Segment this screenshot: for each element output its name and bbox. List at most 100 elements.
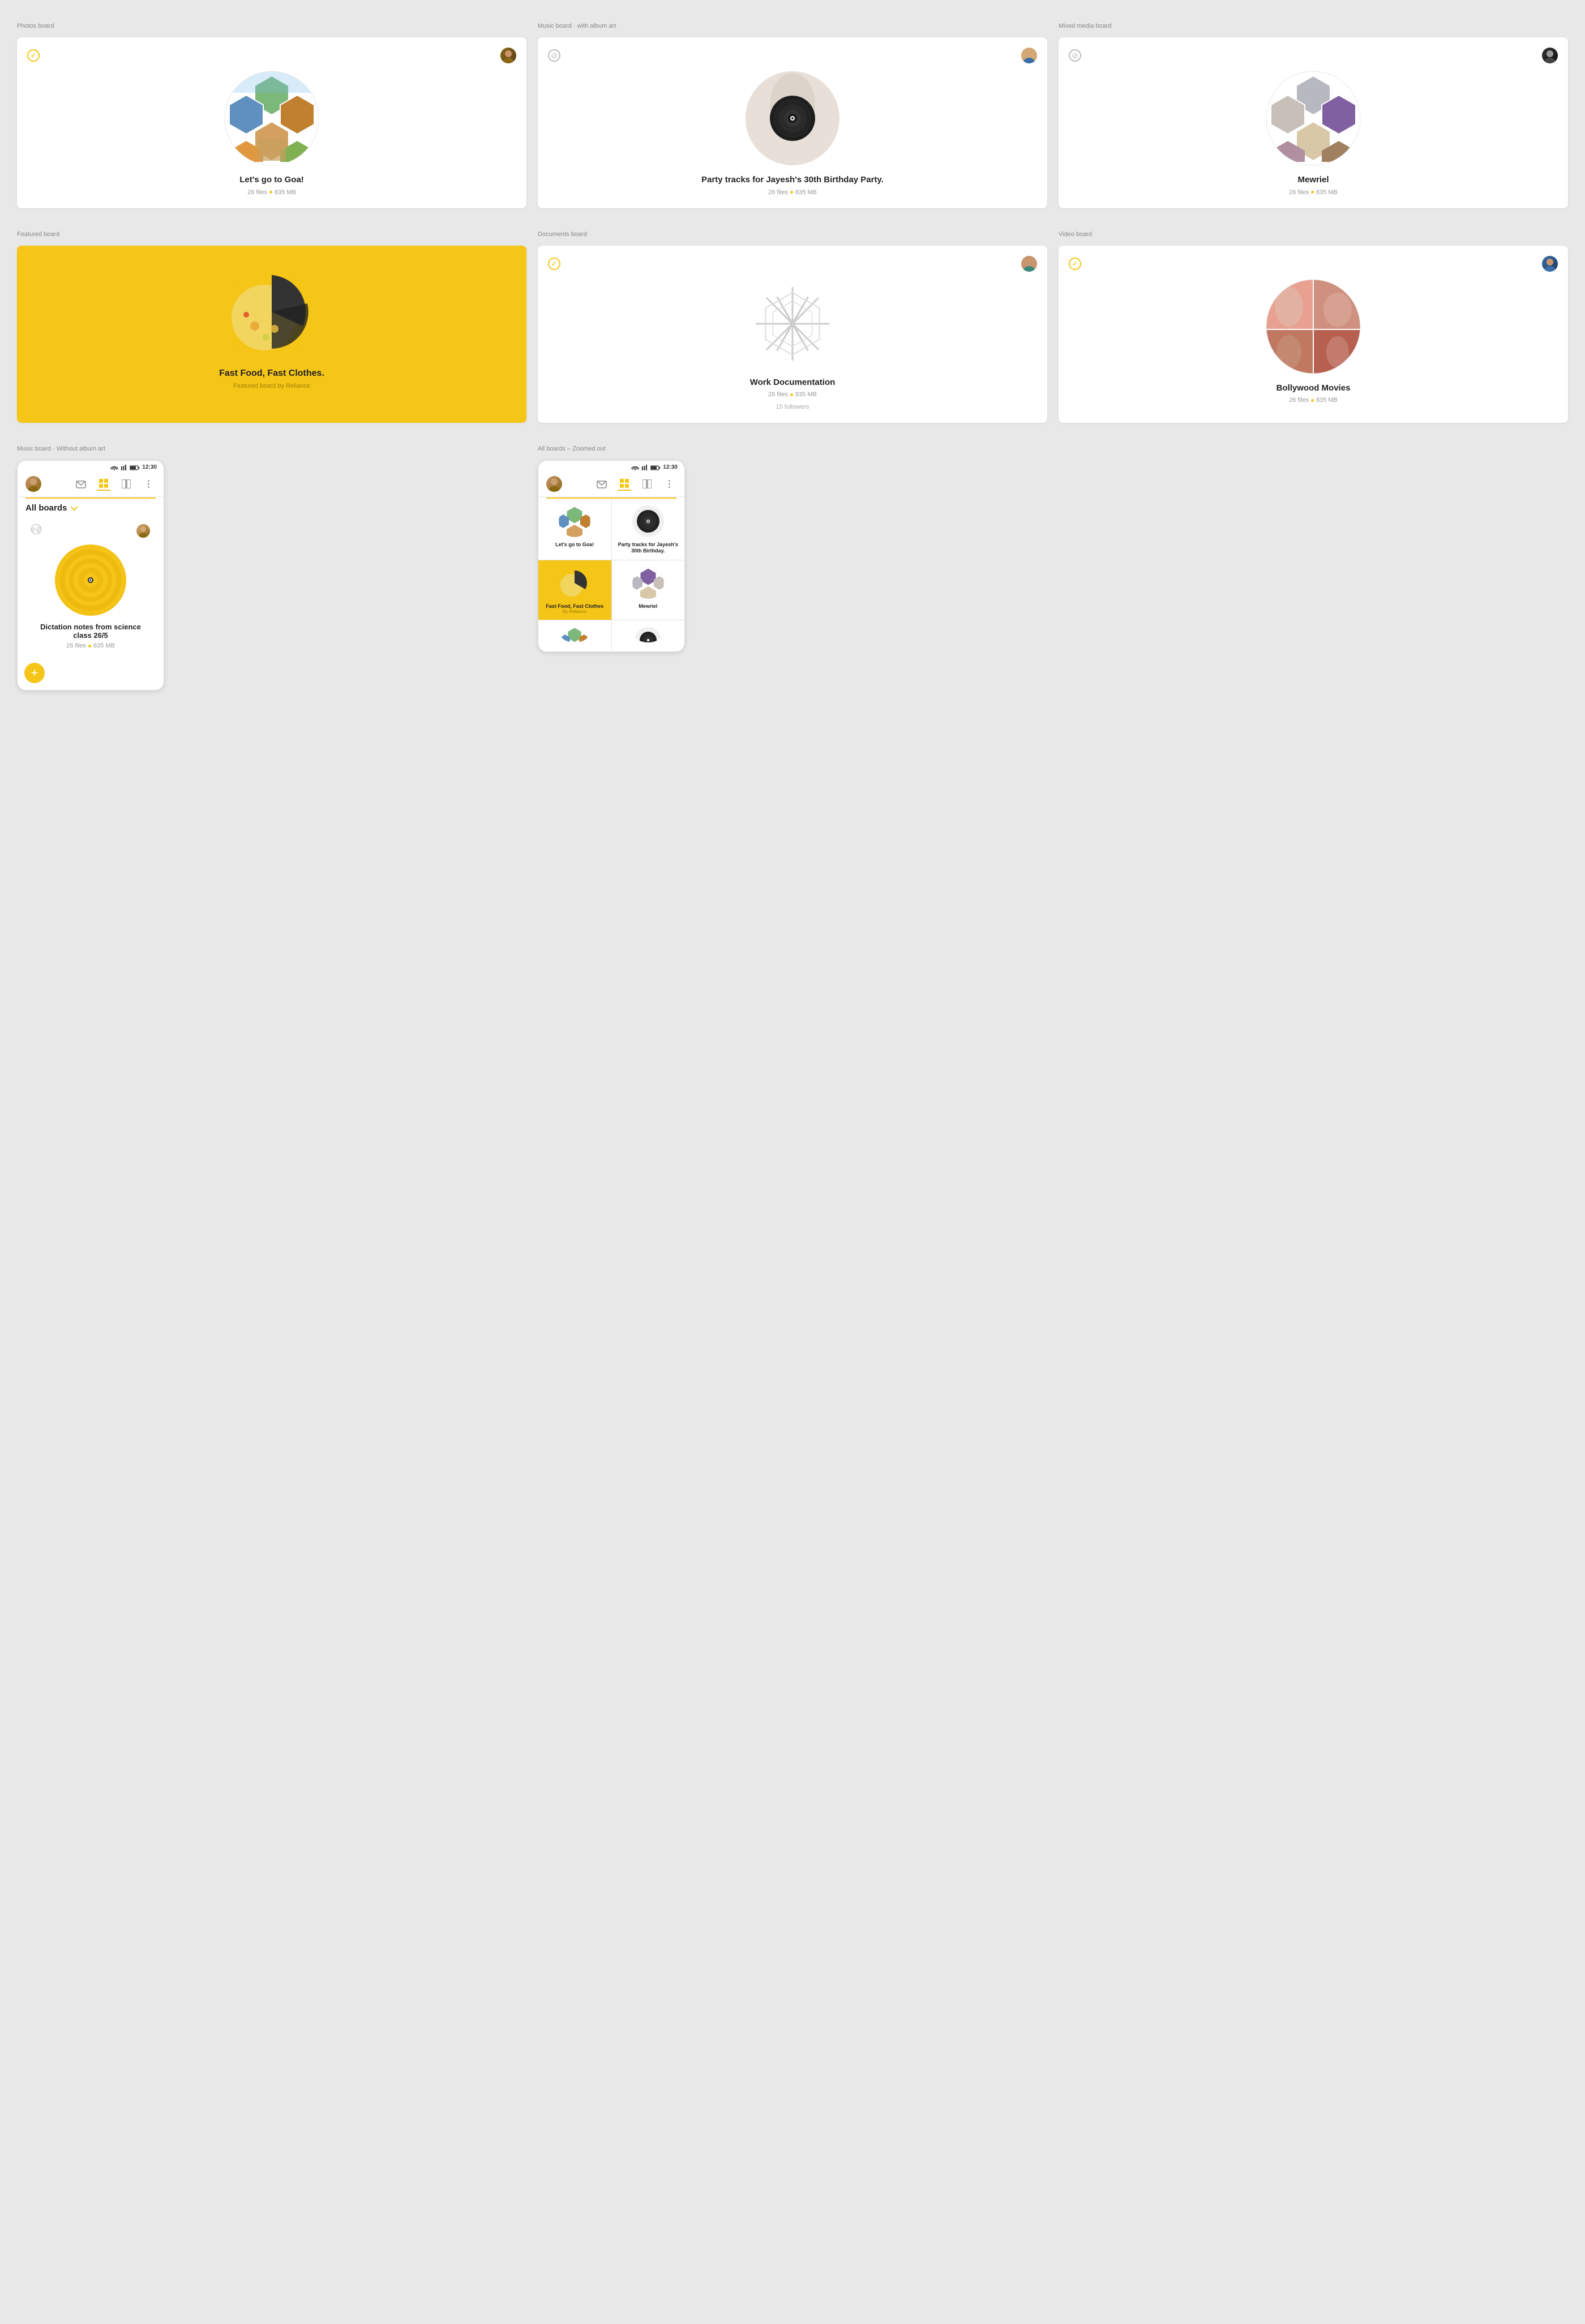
ban-icon-mewriel — [1069, 49, 1081, 62]
mobile-card-area-1: ⊘ — [18, 516, 164, 657]
avatar-work — [1021, 256, 1037, 272]
avatar-goa — [500, 48, 516, 63]
card-goa[interactable]: Let's go to Goa! 26 files 835 MB — [17, 37, 526, 208]
grid-item-goa[interactable]: Let's go to Goa! — [538, 499, 611, 560]
thumb-goa — [558, 504, 592, 538]
card-bollywood[interactable]: Bollywood Movies 26 files 835 MB — [1059, 246, 1568, 423]
meta-goa: 26 files 835 MB — [247, 189, 296, 196]
label-video-board: Video board — [1059, 231, 1568, 238]
time-1: 12:30 — [142, 464, 157, 470]
check-icon-goa — [27, 49, 40, 62]
board-row-2: Fast Food, Fast Clothes. Featured board … — [17, 246, 1568, 423]
nav-more-2[interactable]: ⋮ — [663, 477, 676, 491]
grid-item-partial-1[interactable] — [538, 620, 611, 651]
mobile-mockup-music: 12:30 ⋮ — [17, 460, 164, 691]
nav-grid-2[interactable] — [618, 477, 631, 491]
mobile-mockup-zoomed: 12:30 ⋮ — [538, 460, 685, 652]
title-dictation: Dictation notes from science class 26/5 — [31, 623, 150, 640]
mosaic-mewriel — [1265, 70, 1361, 166]
nav-avatar-1[interactable] — [25, 476, 41, 492]
grid-item-mewriel[interactable]: Mewriel — [612, 560, 685, 620]
meta-bollywood: 26 files 835 MB — [1289, 397, 1338, 404]
nav-more-1[interactable]: ⋮ — [142, 477, 156, 491]
ban-icon-party — [548, 49, 560, 62]
label-all-boards-zoomed: All boards – Zoomed out — [538, 445, 1047, 452]
nav-list-2[interactable] — [640, 477, 654, 491]
nav-icons-1: ⋮ — [74, 477, 156, 491]
check-icon-work — [548, 258, 560, 270]
nav-icons-2: ⋮ — [595, 477, 676, 491]
board-row-3: 12:30 ⋮ — [17, 460, 1568, 691]
dot-party — [790, 191, 793, 194]
nav-bar-1: ⋮ — [18, 473, 164, 498]
grid-title-goa: Let's go to Goa! — [555, 542, 594, 548]
check-icon-bollywood — [1069, 258, 1081, 270]
label-featured-board: Featured board — [17, 231, 526, 238]
meta-work: 26 files 835 MB — [768, 391, 817, 398]
grid-item-fastfood[interactable]: Fast Food, Fast Clothes By Reliance — [538, 560, 611, 620]
board-row-1: Let's go to Goa! 26 files 835 MB — [17, 37, 1568, 208]
label-documents-board: Documents board — [538, 231, 1047, 238]
status-bar-1: 12:30 — [18, 461, 164, 473]
meta-mewriel: 26 files 835 MB — [1289, 189, 1338, 196]
mobile-header-1: All boards — [18, 499, 164, 516]
thumb-partial-1 — [560, 626, 589, 642]
nav-avatar-2[interactable] — [546, 476, 562, 492]
label-music-board-album: Music board · with album art — [538, 23, 1047, 29]
grid-item-party[interactable]: Party tracks for Jayesh's 30th Birthday. — [612, 499, 685, 560]
meta-fastfood: Featured board by Reliance — [233, 383, 310, 389]
avatar-dictation[interactable] — [136, 524, 150, 538]
vinyl-party — [744, 70, 841, 166]
dot-mewriel — [1311, 191, 1314, 194]
ban-icon-dictation: ⊘ — [31, 524, 41, 534]
meta-dictation: 26 files 835 MB — [66, 642, 115, 649]
avatar-party — [1021, 48, 1037, 63]
label-photos-board: Photos board — [17, 23, 526, 29]
dot-work — [790, 393, 793, 396]
time-2: 12:30 — [663, 464, 678, 470]
mobile-title-1: All boards — [25, 503, 156, 513]
add-button-1[interactable]: + — [24, 663, 45, 683]
nav-bar-2: ⋮ — [538, 473, 684, 498]
nav-inbox-2[interactable] — [595, 477, 609, 491]
mosaic-goa — [224, 70, 320, 166]
vinyl-dictation — [54, 543, 127, 617]
empty-col — [1059, 460, 1568, 691]
avatar-mewriel — [1542, 48, 1558, 63]
mobile-card-dictation[interactable]: ⊘ — [23, 516, 158, 657]
title-mewriel: Mewriel — [1297, 174, 1329, 186]
card-mewriel[interactable]: Mewriel 26 files 835 MB — [1059, 37, 1568, 208]
title-goa: Let's go to Goa! — [239, 174, 304, 186]
pie-fastfood — [224, 264, 320, 360]
grid-title-mewriel: Mewriel — [639, 603, 657, 610]
dot-goa — [269, 191, 272, 194]
grid-title-fastfood: Fast Food, Fast Clothes — [546, 603, 603, 610]
dot-bollywood — [1311, 399, 1314, 402]
grid-item-partial-2[interactable] — [612, 620, 685, 651]
card-party[interactable]: Party tracks for Jayesh's 30th Birthday … — [538, 37, 1047, 208]
grid-sub-fastfood: By Reliance — [563, 609, 587, 614]
card-fastfood[interactable]: Fast Food, Fast Clothes. Featured board … — [17, 246, 526, 423]
label-mixed-media-board: Mixed media board — [1059, 23, 1568, 29]
mobile-grid-boards: Let's go to Goa! Party t — [538, 499, 684, 651]
avatar-bollywood — [1542, 256, 1558, 272]
nav-list-1[interactable] — [119, 477, 133, 491]
thumb-mewriel-grid — [631, 566, 665, 600]
grid-title-party: Party tracks for Jayesh's 30th Birthday. — [618, 542, 679, 554]
title-work: Work Documentation — [750, 377, 836, 388]
status-bar-2: 12:30 — [538, 461, 684, 473]
dot-dictation — [88, 645, 91, 648]
nav-grid-1[interactable] — [97, 477, 110, 491]
label-music-no-album: Music board · Without album art — [17, 445, 526, 452]
mosaic-bollywood — [1265, 278, 1361, 375]
nav-inbox-1[interactable] — [74, 477, 88, 491]
card-work[interactable]: Work Documentation 26 files 835 MB 15 fo… — [538, 246, 1047, 423]
meta-party: 26 files 835 MB — [768, 189, 817, 196]
title-bollywood: Bollywood Movies — [1276, 383, 1351, 394]
thumb-party — [631, 504, 665, 538]
followers-work: 15 followers — [776, 404, 809, 410]
thumb-fastfood — [558, 566, 592, 600]
thumb-partial-2 — [634, 626, 662, 642]
title-fastfood: Fast Food, Fast Clothes. — [219, 368, 324, 380]
doc-work — [747, 278, 838, 369]
